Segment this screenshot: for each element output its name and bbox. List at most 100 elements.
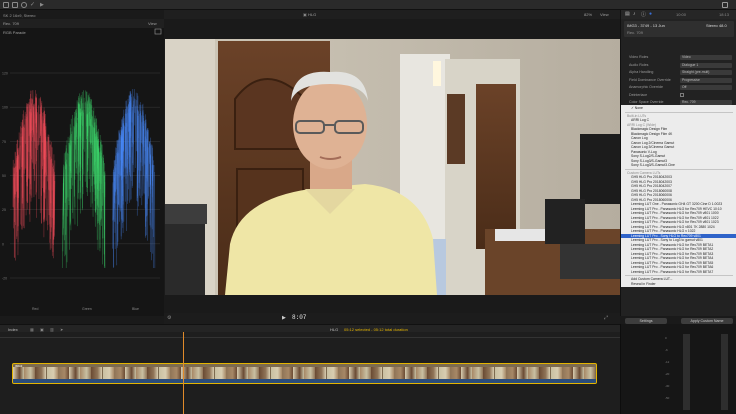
view-menu-right[interactable]: View (600, 12, 609, 17)
scope-channel-label: Red (32, 307, 38, 311)
scope-panel: Rec. 709 View RGB Parade 120 100 75 50 25 0 -2… (0, 19, 164, 316)
inspector-row: Anamorphic Override Off (621, 85, 736, 91)
clip-thumbnail (80, 367, 92, 379)
clip-thumbnail (203, 367, 215, 379)
clip-thumbnail (46, 367, 58, 379)
clip-thumbnail (573, 367, 584, 379)
scope-scale-label: 25 (2, 208, 6, 212)
timecode-display: 8:07 (292, 314, 307, 321)
viewer-menu-icon[interactable]: ▣ (303, 12, 307, 17)
inspector-select[interactable]: Video (680, 55, 732, 60)
clip-thumbnail (35, 367, 47, 379)
inspector-time: 10:00 (676, 12, 687, 17)
clip-thumbnail (136, 367, 148, 379)
clip-format: Rec. 709 (627, 30, 644, 35)
scope-scale-label: 75 (2, 140, 6, 144)
clip-thumbnail (427, 367, 439, 379)
clip-thumbnail (360, 367, 372, 379)
lut-menu-item[interactable]: Reveal in Finder (621, 282, 736, 287)
meter-scale-label: -12 (665, 360, 670, 364)
timeline-clip[interactable]: IMG3 (12, 363, 597, 384)
inspector-select[interactable]: Straight (pre-mult) (680, 70, 732, 75)
menu-separator (625, 275, 733, 276)
inspector-row-label: Alpha Handling (629, 70, 654, 74)
import-icon[interactable] (12, 2, 18, 8)
clip-thumbnail (13, 367, 24, 379)
lut-menu-item[interactable]: ✓ None (621, 106, 736, 111)
inspector-checkbox[interactable] (680, 92, 684, 97)
inspector-select[interactable]: Off (680, 85, 732, 90)
timeline-header: Index ▦ ▣ ▥ ➤ HLG 05:12 selected - 05:12… (0, 324, 620, 332)
share-icon[interactable] (722, 2, 728, 8)
scope-title: RGB Parade (3, 30, 26, 35)
clip-audio-waveform (13, 379, 596, 383)
scope-trace-green (61, 90, 106, 269)
inspector-duration: 18:13 (719, 12, 730, 17)
clip-thumbnail (91, 367, 103, 379)
keyword-icon[interactable] (21, 2, 27, 8)
inspector-select[interactable]: Dialogue 1 (680, 62, 732, 68)
clip-thumbnail (505, 367, 517, 379)
menu-separator (625, 168, 733, 170)
clip-thumbnail (293, 367, 304, 379)
clip-thumbnail (349, 367, 360, 379)
clip-thumbnail (102, 367, 114, 379)
scope-scale-label: 0 (2, 242, 4, 246)
clip-thumbnail (539, 367, 551, 379)
inspector-row-label: Deinterlace (629, 92, 648, 97)
meter-scale-label: 0 (665, 336, 667, 340)
background-tasks-icon[interactable]: ▶ (40, 2, 46, 8)
clip-thumbnail (472, 367, 484, 379)
clip-thumbnail (449, 367, 461, 379)
timeline-ruler[interactable] (0, 332, 620, 338)
info-inspector-icon[interactable]: ⓘ (641, 11, 646, 18)
top-toolbar: ✓ ▶ (0, 0, 736, 10)
clip-thumbnail (24, 367, 36, 379)
library-icon[interactable] (3, 2, 9, 8)
scope-settings-icon[interactable] (154, 28, 162, 35)
video-inspector-icon[interactable]: ▤ (625, 11, 630, 17)
clip-thumbnail (192, 367, 204, 379)
lut-menu-item[interactable]: Leeming LUT Pro - Panasonic HLG for Rec7… (621, 270, 736, 275)
share-inspector-icon[interactable]: ● (649, 11, 652, 17)
fullscreen-icon[interactable]: ⤢ (604, 315, 608, 321)
timeline[interactable]: IMG3 (0, 332, 620, 414)
scope-channel-label: Blue (132, 307, 139, 311)
inspector-row: Alpha Handling Straight (pre-mult) (621, 70, 736, 76)
scope-header: Rec. 709 View (0, 19, 164, 28)
lut-menu-item[interactable]: Sony S-Log3/S-Gamut3.Cine (621, 163, 736, 168)
meter-scale-label: -20 (665, 372, 670, 376)
right-audio-meter (721, 334, 728, 410)
clip-info-header: IMG3 - 3749 - 13 Jun Stereo 48.0 Rec. 70… (624, 21, 734, 37)
video-viewer[interactable] (165, 39, 620, 295)
clip-thumbnail (57, 367, 69, 379)
clip-thumbnail (382, 367, 394, 379)
playhead[interactable] (183, 332, 184, 414)
clip-thumbnail (371, 367, 383, 379)
viewer-controls: ⚙ ▶ 8:07 ⤢ (164, 313, 620, 324)
scope-view-menu[interactable]: View (148, 21, 157, 26)
play-button[interactable]: ▶ (282, 315, 286, 321)
clip-thumbnail (147, 367, 159, 379)
inspector-tabs: ▤ ♪ ⓘ ● 10:00 18:13 (621, 10, 736, 19)
monitor (580, 134, 620, 204)
left-audio-meter (683, 334, 690, 410)
checkmark-icon[interactable]: ✓ (30, 1, 36, 8)
inspector-select[interactable]: Progressive (680, 77, 732, 83)
inspector-panel: ▤ ♪ ⓘ ● 10:00 18:13 IMG3 - 3749 - 13 Jun… (620, 10, 736, 324)
clip-thumbnail (304, 367, 316, 379)
clip-thumbnail (393, 367, 405, 379)
inspector-row: Deinterlace (621, 92, 736, 99)
zoom-level[interactable]: 82% (584, 12, 592, 17)
clip-thumbnail (550, 367, 562, 379)
clip-thumbnail (461, 367, 472, 379)
inspector-row-label: Color Space Override (629, 100, 664, 104)
clip-thumbnail (248, 367, 260, 379)
scope-options-icon[interactable]: ⚙ (167, 315, 171, 321)
clip-thumbnail (438, 367, 450, 379)
clip-thumbnail (337, 367, 349, 379)
inspector-row-label: Audio Roles (629, 62, 649, 67)
scope-scale-label: 50 (2, 174, 6, 178)
audio-inspector-icon[interactable]: ♪ (633, 11, 636, 17)
scope-channel-label: Green (82, 307, 92, 311)
